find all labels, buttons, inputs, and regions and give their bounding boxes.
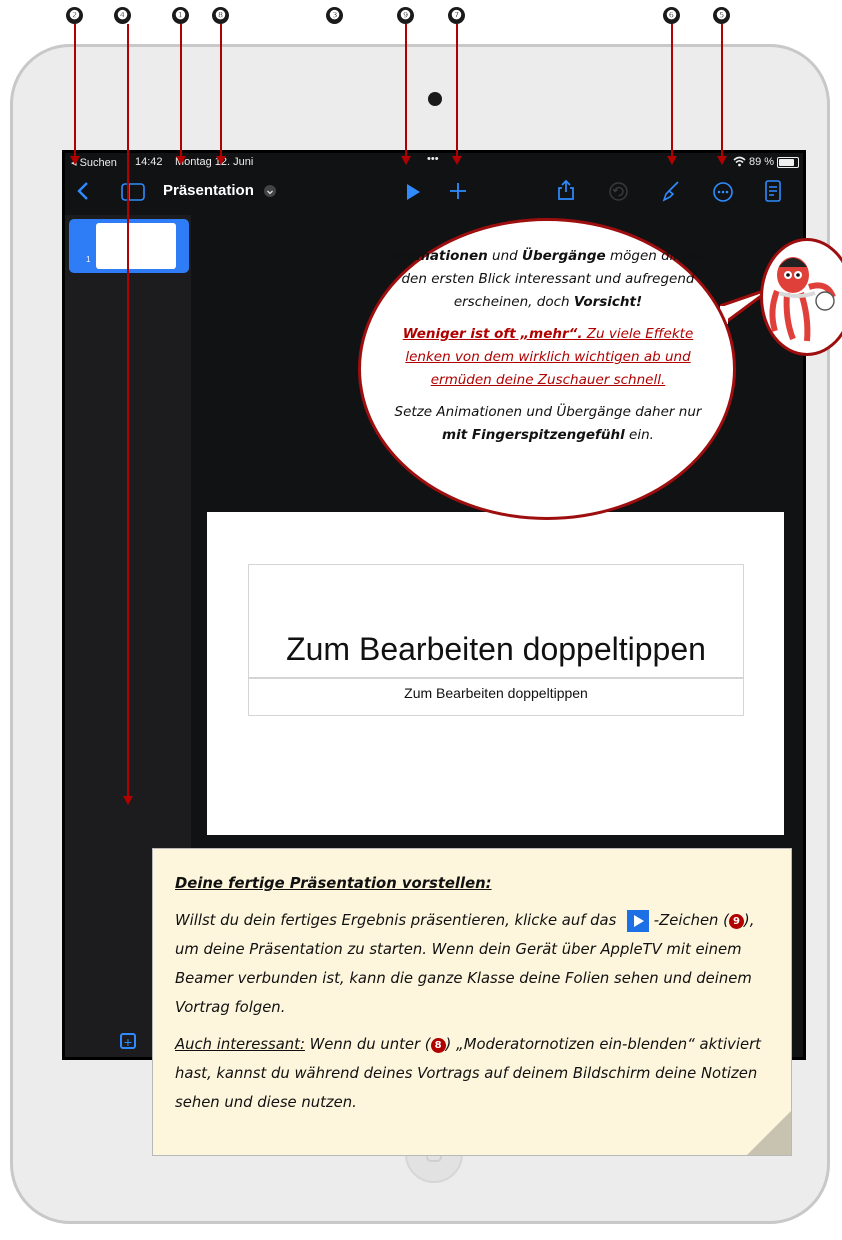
pointer-arrow-1 bbox=[176, 156, 186, 165]
status-date: Montag 12. Juni bbox=[175, 156, 254, 168]
tip-keyword-fingertip: mit Fingerspitzengefühl bbox=[442, 427, 625, 443]
pointer-arrow-6 bbox=[667, 156, 677, 165]
marker-9: ❾ bbox=[397, 7, 414, 24]
marker-4: ❹ bbox=[114, 7, 131, 24]
status-time: 14:42 bbox=[135, 156, 163, 168]
pointer-line-6 bbox=[671, 24, 673, 156]
undo-icon[interactable] bbox=[609, 182, 628, 206]
marker-5: ❺ bbox=[713, 7, 730, 24]
pointer-line-5 bbox=[721, 24, 723, 156]
marker-1: ❶ bbox=[172, 7, 189, 24]
page-curl bbox=[747, 1111, 791, 1155]
tip-text-part: ein. bbox=[624, 427, 654, 443]
note-text: Deine fertige Präsentation vorstellen: W… bbox=[175, 869, 775, 1125]
wifi-icon bbox=[733, 156, 746, 170]
slide-subtitle-text: Zum Bearbeiten doppeltippen bbox=[404, 685, 588, 701]
play-icon[interactable] bbox=[405, 183, 421, 206]
pointer-arrow-2 bbox=[70, 156, 80, 165]
more-options-icon[interactable] bbox=[713, 182, 733, 207]
note-text-part: Wenn du unter ( bbox=[304, 1036, 431, 1053]
sidebar-toggle-icon[interactable] bbox=[121, 183, 145, 206]
slide-editor[interactable]: Zum Bearbeiten doppeltippen Zum Bearbeit… bbox=[207, 512, 784, 835]
document-title[interactable]: Präsentation bbox=[163, 182, 254, 199]
slide-number: 1 bbox=[86, 255, 91, 264]
share-icon[interactable] bbox=[557, 179, 575, 206]
marker-3: ❸ bbox=[326, 7, 343, 24]
tip-warning-bold: Weniger ist oft „mehr“. bbox=[402, 326, 583, 342]
note-also-interesting-label: Auch interessant: bbox=[175, 1036, 305, 1053]
marker-2: ❷ bbox=[66, 7, 83, 24]
plus-icon[interactable] bbox=[449, 182, 467, 205]
multitask-dots[interactable]: ••• bbox=[427, 153, 439, 165]
pointer-line-9 bbox=[405, 24, 407, 156]
presenter-notes-icon[interactable] bbox=[765, 180, 781, 207]
title-chevron-down-icon[interactable] bbox=[264, 185, 276, 197]
format-brush-icon[interactable] bbox=[661, 180, 681, 207]
pointer-arrow-9 bbox=[401, 156, 411, 165]
marker-8-inline: 8 bbox=[430, 1038, 446, 1053]
subtitle-placeholder[interactable]: Zum Bearbeiten doppeltippen bbox=[248, 678, 744, 716]
marker-9-inline: 9 bbox=[728, 914, 744, 929]
pointer-line-7 bbox=[456, 24, 458, 156]
explanation-note-card: Deine fertige Präsentation vorstellen: W… bbox=[152, 848, 792, 1156]
toolbar: Präsentation bbox=[65, 173, 803, 213]
marker-8: ❽ bbox=[212, 7, 229, 24]
tip-text: Animationen und Übergänge mögen dir auf … bbox=[391, 245, 705, 456]
add-slide-icon[interactable]: + bbox=[120, 1033, 136, 1050]
battery-icon bbox=[777, 157, 799, 168]
tip-keyword-caution: Vorsicht! bbox=[573, 294, 643, 310]
pointer-arrow-7 bbox=[452, 156, 462, 165]
slide-thumbnail-image bbox=[96, 223, 176, 269]
slide-thumbnail-selected[interactable]: 1 bbox=[69, 219, 189, 273]
tip-keyword-transitions: Übergänge bbox=[522, 248, 606, 264]
tip-keyword-animations: Animationen bbox=[391, 248, 488, 264]
note-text-part: -Zeichen ( bbox=[649, 912, 729, 929]
camera-icon bbox=[428, 92, 442, 106]
pointer-arrow-4 bbox=[123, 796, 133, 805]
back-chevron-icon[interactable] bbox=[77, 181, 89, 206]
play-icon bbox=[627, 910, 650, 932]
marker-7: ❼ bbox=[448, 7, 465, 24]
slide-title-text: Zum Bearbeiten doppeltippen bbox=[286, 631, 706, 667]
title-placeholder[interactable]: Zum Bearbeiten doppeltippen bbox=[248, 564, 744, 678]
note-heading: Deine fertige Präsentation vorstellen: bbox=[175, 875, 492, 892]
pointer-line-1 bbox=[180, 24, 182, 156]
pointer-line-4 bbox=[127, 24, 129, 796]
pointer-arrow-8 bbox=[216, 156, 226, 165]
pointer-arrow-5 bbox=[717, 156, 727, 165]
marker-6: ❻ bbox=[663, 7, 680, 24]
pointer-line-8 bbox=[220, 24, 222, 156]
tip-text-part: Setze Animationen und Übergänge daher nu… bbox=[394, 404, 702, 420]
tip-speech-bubble: Animationen und Übergänge mögen dir auf … bbox=[358, 218, 736, 520]
note-text-part: Willst du dein fertiges Ergebnis präsent… bbox=[175, 912, 622, 929]
pointer-line-2 bbox=[74, 24, 76, 156]
tip-text-part: und bbox=[487, 248, 523, 264]
battery-percent: 89 % bbox=[749, 156, 775, 168]
